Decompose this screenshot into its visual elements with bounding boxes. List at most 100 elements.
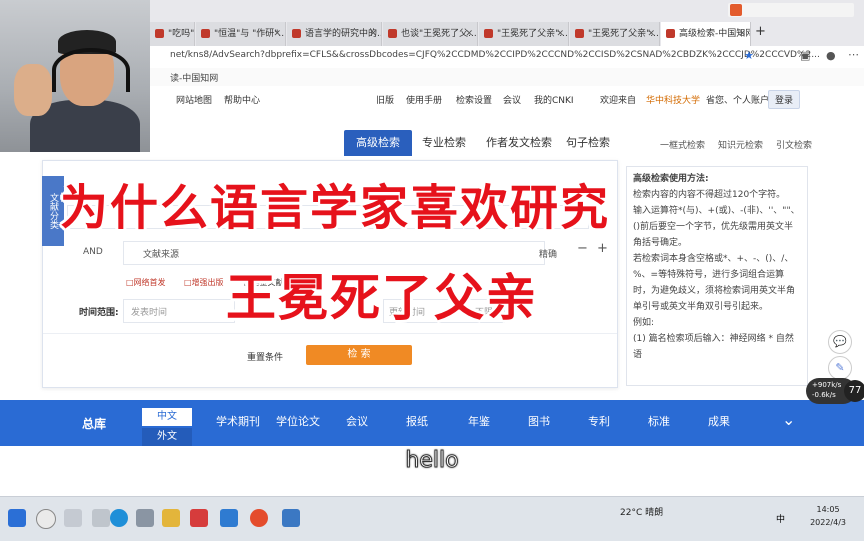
link-citation-search[interactable]: 引文检索 (776, 138, 812, 151)
collections-icon[interactable]: ▣ (800, 49, 810, 62)
browser-tab[interactable]: "恒温"与 "作研"... ✕ (196, 22, 286, 46)
tab-professional-search[interactable]: 专业检索 (410, 130, 478, 156)
network-value: 77 (844, 380, 864, 402)
close-icon[interactable]: ✕ (369, 22, 377, 46)
app-icon[interactable] (136, 509, 154, 527)
windows-start-icon[interactable] (8, 509, 26, 527)
favicon-icon (575, 29, 584, 38)
ime-indicator[interactable]: 中 (776, 512, 785, 525)
operator-select[interactable]: AND (83, 247, 103, 257)
close-icon[interactable]: ✕ (647, 22, 655, 46)
nav-link[interactable]: 旧版 (376, 93, 394, 106)
app-icon[interactable] (190, 509, 208, 527)
close-icon[interactable]: ✕ (465, 22, 473, 46)
weather-widget[interactable]: 22°C 晴朗 (620, 505, 663, 518)
edge-icon[interactable] (110, 509, 128, 527)
field-select[interactable]: 文献来源 (143, 247, 179, 260)
tab-author-search[interactable]: 作者发文检索 (474, 130, 564, 156)
widgets-icon[interactable] (92, 509, 110, 527)
help-text: 若检索词本身含空格或*、+、-、()、/、%、=等特殊符号，进行多词组合运算时，… (633, 254, 796, 312)
webcam-overlay (0, 0, 150, 152)
tab-advanced-search[interactable]: 高级检索 (344, 130, 412, 156)
db-books[interactable]: 图书 (528, 413, 550, 429)
db-journals[interactable]: 学术期刊 (216, 413, 260, 429)
login-button[interactable]: 登录 (768, 90, 801, 109)
db-conferences[interactable]: 会议 (346, 413, 368, 429)
nav-link[interactable]: 省您、个人账户 (706, 93, 769, 106)
chrome-icon[interactable] (250, 509, 268, 527)
url-text[interactable]: net/kns8/AdvSearch?dbprefix=CFLS&&crossD… (170, 50, 820, 60)
db-newspapers[interactable]: 报纸 (406, 413, 428, 429)
help-title: 高级检索使用方法: (633, 174, 709, 184)
video-title-line-2: 王冕死了父亲 (226, 269, 538, 327)
help-text: 例如: (633, 318, 655, 328)
db-theses[interactable]: 学位论文 (276, 413, 320, 429)
nav-link[interactable]: 会议 (503, 93, 521, 106)
search-icon[interactable] (36, 509, 56, 529)
pen-icon[interactable]: ✎ (828, 356, 852, 380)
more-icon[interactable]: ⋯ (848, 48, 859, 61)
lang-chinese[interactable]: 中文 (142, 408, 192, 426)
nav-link[interactable]: 帮助中心 (224, 93, 260, 106)
help-panel: 高级检索使用方法: 检索内容的内容不得超过120个字符。 输入运算符*(与)、+… (626, 166, 808, 386)
chevron-down-icon[interactable]: ⌄ (782, 410, 795, 429)
browser-tab[interactable]: 也谈"王冕死了父... ✕ (383, 22, 478, 46)
add-row-icon[interactable]: + (597, 241, 608, 256)
db-standards[interactable]: 标准 (648, 413, 670, 429)
profile-icon[interactable]: ● (826, 49, 836, 62)
close-icon[interactable]: ✕ (738, 22, 746, 46)
reset-button[interactable]: 重置条件 (247, 350, 283, 363)
divider (43, 333, 617, 334)
bookmark-item[interactable]: 读-中国知网 (170, 71, 218, 84)
feedback-icon[interactable]: 💬 (828, 330, 852, 354)
net-down: -0.6k/s (812, 391, 836, 399)
favicon-icon (666, 29, 675, 38)
close-icon[interactable]: ✕ (273, 22, 281, 46)
lang-foreign[interactable]: 外文 (142, 428, 192, 446)
browser-tab[interactable]: "王冕死了父亲"... ✕ (479, 22, 569, 46)
nav-link[interactable]: 检索设置 (456, 93, 492, 106)
close-icon[interactable]: ✕ (556, 22, 564, 46)
headset-icon (52, 48, 130, 92)
db-patents[interactable]: 专利 (588, 413, 610, 429)
favicon-icon (155, 29, 164, 38)
nav-link[interactable]: 网站地图 (176, 93, 212, 106)
tab-sentence-search[interactable]: 句子检索 (554, 130, 622, 156)
browser-tab[interactable]: "吃吗"与 "作职"... (150, 22, 195, 46)
remove-row-icon[interactable]: − (577, 241, 588, 256)
help-text: 输入运算符*(与)、+(或)、-(非)、''、""、()前后要空一个字节，优先级… (633, 206, 800, 248)
browser-tab[interactable]: "王冕死了父亲"... ✕ (570, 22, 660, 46)
date-start-placeholder: 发表时间 (131, 308, 168, 318)
nav-link[interactable]: 我的CNKI (534, 93, 574, 106)
db-all[interactable]: 总库 (82, 415, 106, 432)
sogou-icon (730, 4, 742, 16)
db-yearbooks[interactable]: 年鉴 (468, 413, 490, 429)
star-icon[interactable]: ★ (744, 49, 754, 62)
nav-link: 欢迎来自 (600, 96, 637, 106)
help-text: (1) 篇名检索项后输入：神经网络 * 自然语 (633, 334, 794, 360)
browser-tab[interactable]: 语言学的研究中的... ✕ (287, 22, 382, 46)
video-title-line-1: 为什么语言学家喜欢研究 (60, 180, 611, 236)
nav-link[interactable]: 使用手册 (406, 93, 442, 106)
favicon-icon (292, 29, 301, 38)
task-view-icon[interactable] (64, 509, 82, 527)
clock-date: 2022/4/3 (810, 518, 846, 527)
ime-toolbar (728, 3, 854, 17)
clock-time: 14:05 (816, 505, 840, 514)
net-up: +907k/s (812, 381, 842, 389)
file-explorer-icon[interactable] (162, 509, 180, 527)
checkbox-enhanced[interactable]: □增强出版 (184, 277, 224, 288)
system-clock[interactable]: 14:05 2022/4/3 (810, 503, 846, 529)
link-knowledge-search[interactable]: 知识元检索 (718, 138, 763, 151)
app-icon[interactable] (220, 509, 238, 527)
app-icon[interactable] (282, 509, 300, 527)
institution-link[interactable]: 华中科技大学 (646, 93, 700, 106)
checkbox-online-first[interactable]: □网络首发 (126, 277, 166, 288)
browser-tab-active[interactable]: 高级检索-中国知网 ✕ (661, 22, 751, 46)
link-basic-search[interactable]: 一框式检索 (660, 138, 705, 151)
search-button[interactable]: 检 索 (306, 345, 412, 365)
match-select[interactable]: 精确 (539, 247, 557, 260)
db-achievements[interactable]: 成果 (708, 413, 730, 429)
new-tab-icon[interactable]: + (755, 24, 766, 39)
favicon-icon (388, 29, 397, 38)
